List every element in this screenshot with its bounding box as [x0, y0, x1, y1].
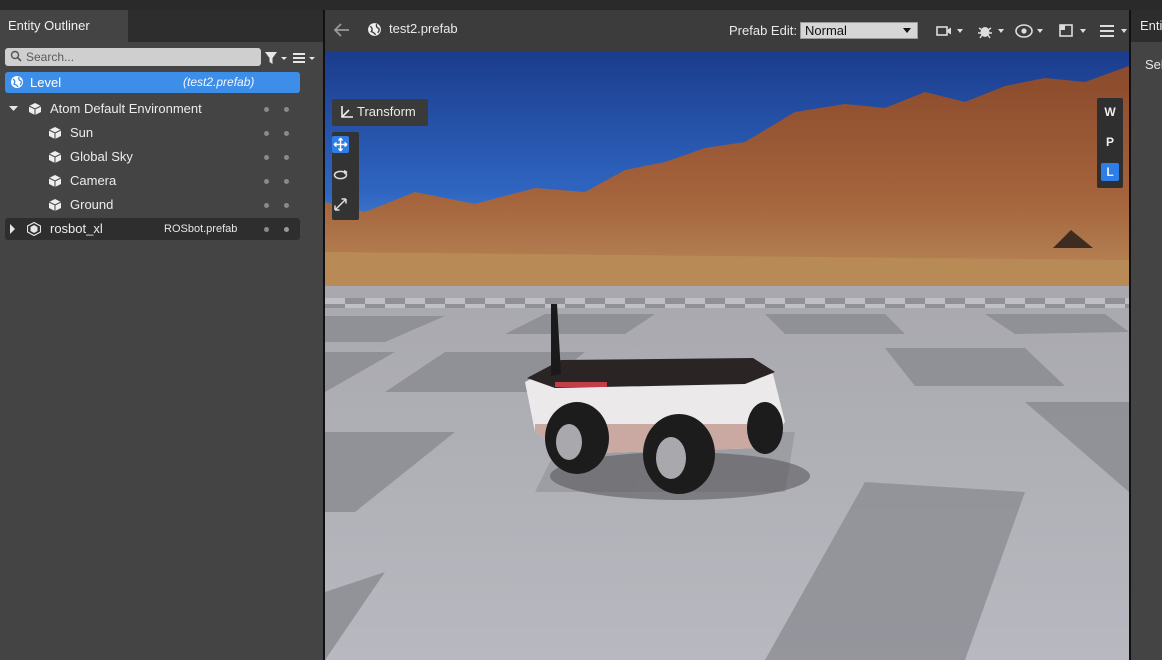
- scale-icon[interactable]: [332, 196, 349, 213]
- scene-render: [325, 52, 1129, 660]
- filter-icon[interactable]: [264, 50, 288, 66]
- chevron-right-icon[interactable]: [9, 224, 17, 234]
- search-icon: [10, 50, 22, 62]
- tree-item-global-sky[interactable]: Global Sky: [0, 146, 323, 168]
- visibility-lock-toggles[interactable]: [262, 103, 296, 115]
- entity-cube-icon: [48, 127, 62, 139]
- entity-outliner-tab[interactable]: Entity Outliner: [0, 10, 128, 42]
- chevron-down-icon: [1080, 29, 1086, 33]
- outliner-search-box[interactable]: [5, 48, 261, 66]
- move-icon[interactable]: [332, 136, 349, 153]
- visibility-lock-toggles[interactable]: [262, 175, 296, 187]
- entity-outliner-panel: Entity Outliner Level: [0, 10, 323, 660]
- local-space-button[interactable]: L: [1101, 163, 1119, 181]
- level-prefab-name: (test2.prefab): [183, 75, 255, 89]
- document-title: test2.prefab: [389, 21, 458, 36]
- tree-item-ground[interactable]: Ground: [0, 194, 323, 216]
- chevron-down-icon[interactable]: [9, 105, 19, 113]
- camera-menu-button[interactable]: [935, 22, 963, 40]
- viewport-toolbar: test2.prefab Prefab Edit: Normal: [325, 10, 1129, 52]
- entity-cube-icon: [48, 199, 62, 211]
- tree-item-label: Level: [30, 75, 62, 90]
- reference-space-buttons: W P L: [1097, 98, 1123, 188]
- world-space-button[interactable]: W: [1101, 103, 1119, 121]
- entity-cube-icon: [28, 103, 42, 115]
- visibility-menu-button[interactable]: [1015, 22, 1043, 40]
- entity-cube-icon: [48, 175, 62, 187]
- layout-icon: [1059, 24, 1073, 37]
- tree-item-sun[interactable]: Sun: [0, 122, 323, 144]
- tree-item-camera[interactable]: Camera: [0, 170, 323, 192]
- globe-icon: [11, 76, 23, 88]
- entity-inspector-tab[interactable]: Entity Inspector: [1131, 10, 1162, 42]
- tree-item-label: rosbot_xl: [50, 221, 103, 236]
- tree-item-label: Sun: [70, 125, 94, 140]
- prefab-icon: [27, 222, 41, 236]
- tree-item-atom-default-environment[interactable]: Atom Default Environment: [0, 98, 323, 120]
- tree-item-label: Atom Default Environment: [50, 101, 202, 116]
- camera-icon: [936, 26, 951, 36]
- parent-space-button[interactable]: P: [1101, 133, 1119, 151]
- layout-menu-button[interactable]: [1058, 22, 1086, 40]
- hamburger-menu-icon[interactable]: [292, 50, 318, 66]
- entity-inspector-panel: Entity Inspector Select an entity: [1129, 10, 1162, 660]
- visibility-lock-toggles[interactable]: [262, 199, 296, 211]
- debug-bug-icon: [978, 27, 992, 39]
- prefab-file-name: ROSbot.prefab: [164, 223, 238, 235]
- 3d-viewport-scene[interactable]: Transform W P L: [325, 52, 1129, 660]
- entity-cube-icon: [48, 151, 62, 163]
- chevron-down-icon: [1037, 29, 1043, 33]
- prefab-edit-value: Normal: [805, 23, 847, 38]
- visibility-lock-toggles[interactable]: [262, 223, 296, 235]
- chevron-down-icon: [957, 29, 963, 33]
- prefab-edit-label: Prefab Edit:: [729, 23, 797, 38]
- rotate-icon[interactable]: [332, 166, 349, 183]
- hamburger-menu-icon: [1100, 25, 1114, 37]
- globe-icon: [368, 23, 381, 36]
- transform-button[interactable]: Transform: [332, 99, 428, 126]
- transform-label: Transform: [357, 104, 416, 119]
- debug-menu-button[interactable]: [976, 22, 1004, 40]
- chevron-down-icon: [1121, 29, 1127, 33]
- tree-item-label: Global Sky: [70, 149, 133, 164]
- inspector-select-message: Select an entity: [1145, 57, 1162, 72]
- outliner-search-row: [0, 46, 323, 70]
- visibility-lock-toggles[interactable]: [262, 127, 296, 139]
- tree-item-label: Ground: [70, 197, 114, 212]
- main-toolbar-strip: [0, 0, 1162, 10]
- tree-item-rosbot-xl[interactable]: rosbot_xl ROSbot.prefab: [5, 218, 300, 240]
- transform-axes-icon: [341, 106, 353, 118]
- chevron-down-icon: [903, 28, 911, 33]
- tree-item-level[interactable]: Level (test2.prefab): [5, 72, 300, 93]
- transform-tools: [332, 132, 359, 220]
- search-input[interactable]: [26, 48, 256, 66]
- prefab-edit-dropdown[interactable]: Normal: [800, 22, 918, 39]
- viewport-panel: test2.prefab Prefab Edit: Normal Transfo…: [323, 10, 1129, 660]
- visibility-lock-toggles[interactable]: [262, 151, 296, 163]
- entity-outliner-tabbar: Entity Outliner: [0, 10, 323, 42]
- tree-item-label: Camera: [70, 173, 117, 188]
- chevron-down-icon: [998, 29, 1004, 33]
- viewport-options-button[interactable]: [1099, 22, 1127, 40]
- back-arrow-icon[interactable]: [333, 21, 351, 39]
- visibility-eye-icon: [1015, 24, 1033, 38]
